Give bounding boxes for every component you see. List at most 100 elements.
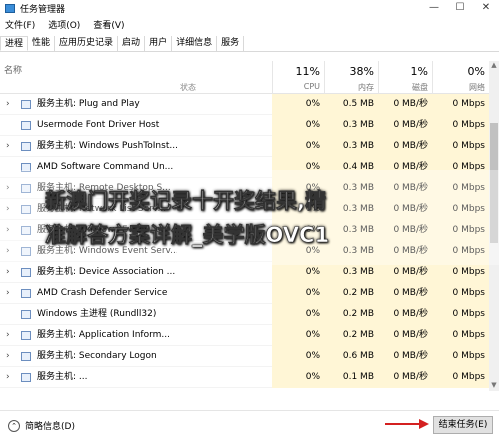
- fewer-details-label: 简略信息(D): [25, 422, 75, 432]
- process-row[interactable]: Usermode Font Driver Host 0% 0.3 MB 0 MB/秒 0…: [0, 115, 489, 136]
- disk-column-header[interactable]: 1% 磁盘: [378, 61, 432, 94]
- network-label: 网络: [469, 83, 485, 92]
- red-arrow-icon: [385, 419, 429, 429]
- tab-processes[interactable]: 进程: [0, 36, 29, 51]
- column-header: 名称 状态 11% CPU 38% 内存 1% 磁盘 0% 网络: [0, 61, 489, 94]
- expand-chevron-icon[interactable]: ›: [6, 136, 10, 157]
- process-icon: [21, 373, 31, 382]
- process-row[interactable]: › 服务主机: Windows PushToInst... 0% 0.3 MB 0 MB…: [0, 136, 489, 157]
- process-cpu: 0%: [272, 94, 324, 115]
- network-total: 0%: [467, 65, 485, 78]
- tab-services[interactable]: 服务: [217, 36, 245, 51]
- menu-options[interactable]: 选项(O): [48, 18, 80, 31]
- process-network: 0 Mbps: [432, 94, 489, 115]
- process-row[interactable]: › 服务主机: ... 0% 0.1 MB 0 MB/秒 0 Mbps: [0, 367, 489, 388]
- process-name: 服务主机: Plug and Play: [37, 99, 140, 109]
- window-title: 任务管理器: [20, 4, 66, 15]
- process-network: 0 Mbps: [432, 262, 489, 283]
- expand-chevron-icon[interactable]: ›: [6, 262, 10, 283]
- cpu-label: CPU: [303, 82, 320, 91]
- process-disk: 0 MB/秒: [378, 283, 432, 304]
- process-name: 服务主机: ...: [37, 372, 88, 382]
- overlay-line-2: 准解答方案详解_美学版OVC1: [45, 222, 330, 247]
- maximize-button[interactable]: ☐: [447, 0, 473, 16]
- process-memory: 0.2 MB: [324, 304, 378, 325]
- menu-view[interactable]: 查看(V): [93, 18, 124, 31]
- memory-column-header[interactable]: 38% 内存: [324, 61, 378, 94]
- process-name: 服务主机: Application Inform...: [37, 330, 170, 340]
- chevron-up-icon: ⌃: [8, 419, 20, 432]
- memory-label: 内存: [358, 83, 374, 92]
- tab-performance[interactable]: 性能: [28, 36, 56, 51]
- process-disk: 0 MB/秒: [378, 304, 432, 325]
- process-icon: [21, 121, 31, 130]
- expand-chevron-icon[interactable]: ›: [6, 94, 10, 115]
- process-network: 0 Mbps: [432, 346, 489, 367]
- process-disk: 0 MB/秒: [378, 262, 432, 283]
- scroll-down-icon[interactable]: ▼: [489, 381, 499, 391]
- process-cpu: 0%: [272, 262, 324, 283]
- process-memory: 0.2 MB: [324, 283, 378, 304]
- process-memory: 0.1 MB: [324, 367, 378, 388]
- process-disk: 0 MB/秒: [378, 94, 432, 115]
- process-row[interactable]: › 服务主机: Secondary Logon 0% 0.6 MB 0 MB/秒 0 Mb…: [0, 346, 489, 367]
- tab-users[interactable]: 用户: [145, 36, 173, 51]
- process-disk: 0 MB/秒: [378, 325, 432, 346]
- process-disk: 0 MB/秒: [378, 136, 432, 157]
- menu-bar: 文件(F) 选项(O) 查看(V): [0, 17, 133, 31]
- cpu-total: 11%: [295, 65, 320, 78]
- process-row[interactable]: Windows 主进程 (Rundll32) 0% 0.2 MB 0 MB/秒 0 Mb…: [0, 304, 489, 325]
- process-memory: 0.6 MB: [324, 346, 378, 367]
- process-memory: 0.3 MB: [324, 136, 378, 157]
- process-network: 0 Mbps: [432, 136, 489, 157]
- cpu-column-header[interactable]: 11% CPU: [272, 61, 324, 94]
- process-cpu: 0%: [272, 283, 324, 304]
- expand-chevron-icon[interactable]: ›: [6, 367, 10, 388]
- process-name: Usermode Font Driver Host: [37, 120, 160, 130]
- title-bar: 任务管理器 — ☐ ✕: [0, 0, 499, 16]
- process-icon: [21, 352, 31, 361]
- process-name: AMD Crash Defender Service: [37, 288, 168, 298]
- process-network: 0 Mbps: [432, 304, 489, 325]
- process-cpu: 0%: [272, 304, 324, 325]
- end-task-button[interactable]: 结束任务(E): [433, 416, 493, 434]
- tab-details[interactable]: 详细信息: [172, 36, 218, 51]
- process-cpu: 0%: [272, 346, 324, 367]
- minimize-button[interactable]: —: [421, 0, 447, 16]
- tab-bar: 进程 性能 应用历史记录 启动 用户 详细信息 服务: [0, 36, 499, 52]
- fewer-details-button[interactable]: ⌃ 简略信息(D): [8, 419, 75, 432]
- process-disk: 0 MB/秒: [378, 115, 432, 136]
- process-disk: 0 MB/秒: [378, 367, 432, 388]
- process-row[interactable]: › 服务主机: Device Association ... 0% 0.3 MB 0 M…: [0, 262, 489, 283]
- process-name: 服务主机: Windows PushToInst...: [37, 141, 177, 151]
- tab-startup[interactable]: 启动: [118, 36, 146, 51]
- process-row[interactable]: › AMD Crash Defender Service 0% 0.2 MB 0 MB/…: [0, 283, 489, 304]
- process-icon: [21, 331, 31, 340]
- expand-chevron-icon[interactable]: ›: [6, 325, 10, 346]
- process-row[interactable]: › 服务主机: Plug and Play 0% 0.5 MB 0 MB/秒 0 Mbps: [0, 94, 489, 115]
- process-network: 0 Mbps: [432, 283, 489, 304]
- close-button[interactable]: ✕: [473, 0, 499, 16]
- process-memory: 0.3 MB: [324, 115, 378, 136]
- network-column-header[interactable]: 0% 网络: [432, 61, 489, 94]
- window-controls: — ☐ ✕: [421, 0, 499, 16]
- process-name: 服务主机: Device Association ...: [37, 267, 176, 277]
- tab-app-history[interactable]: 应用历史记录: [55, 36, 119, 51]
- process-network: 0 Mbps: [432, 325, 489, 346]
- menu-file[interactable]: 文件(F): [5, 18, 35, 31]
- scroll-up-icon[interactable]: ▲: [489, 61, 499, 71]
- disk-total: 1%: [410, 65, 428, 78]
- process-row[interactable]: › 服务主机: Application Inform... 0% 0.2 MB 0 MB…: [0, 325, 489, 346]
- name-column-header[interactable]: 名称: [4, 63, 22, 76]
- process-icon: [21, 268, 31, 277]
- process-icon: [21, 142, 31, 151]
- process-name: 服务主机: Secondary Logon: [37, 351, 157, 361]
- expand-chevron-icon[interactable]: ›: [6, 283, 10, 304]
- process-cpu: 0%: [272, 136, 324, 157]
- process-network: 0 Mbps: [432, 115, 489, 136]
- process-disk: 0 MB/秒: [378, 346, 432, 367]
- expand-chevron-icon[interactable]: ›: [6, 346, 10, 367]
- status-column-header[interactable]: 状态: [180, 82, 196, 93]
- process-icon: [21, 100, 31, 109]
- task-manager-icon: [5, 3, 15, 13]
